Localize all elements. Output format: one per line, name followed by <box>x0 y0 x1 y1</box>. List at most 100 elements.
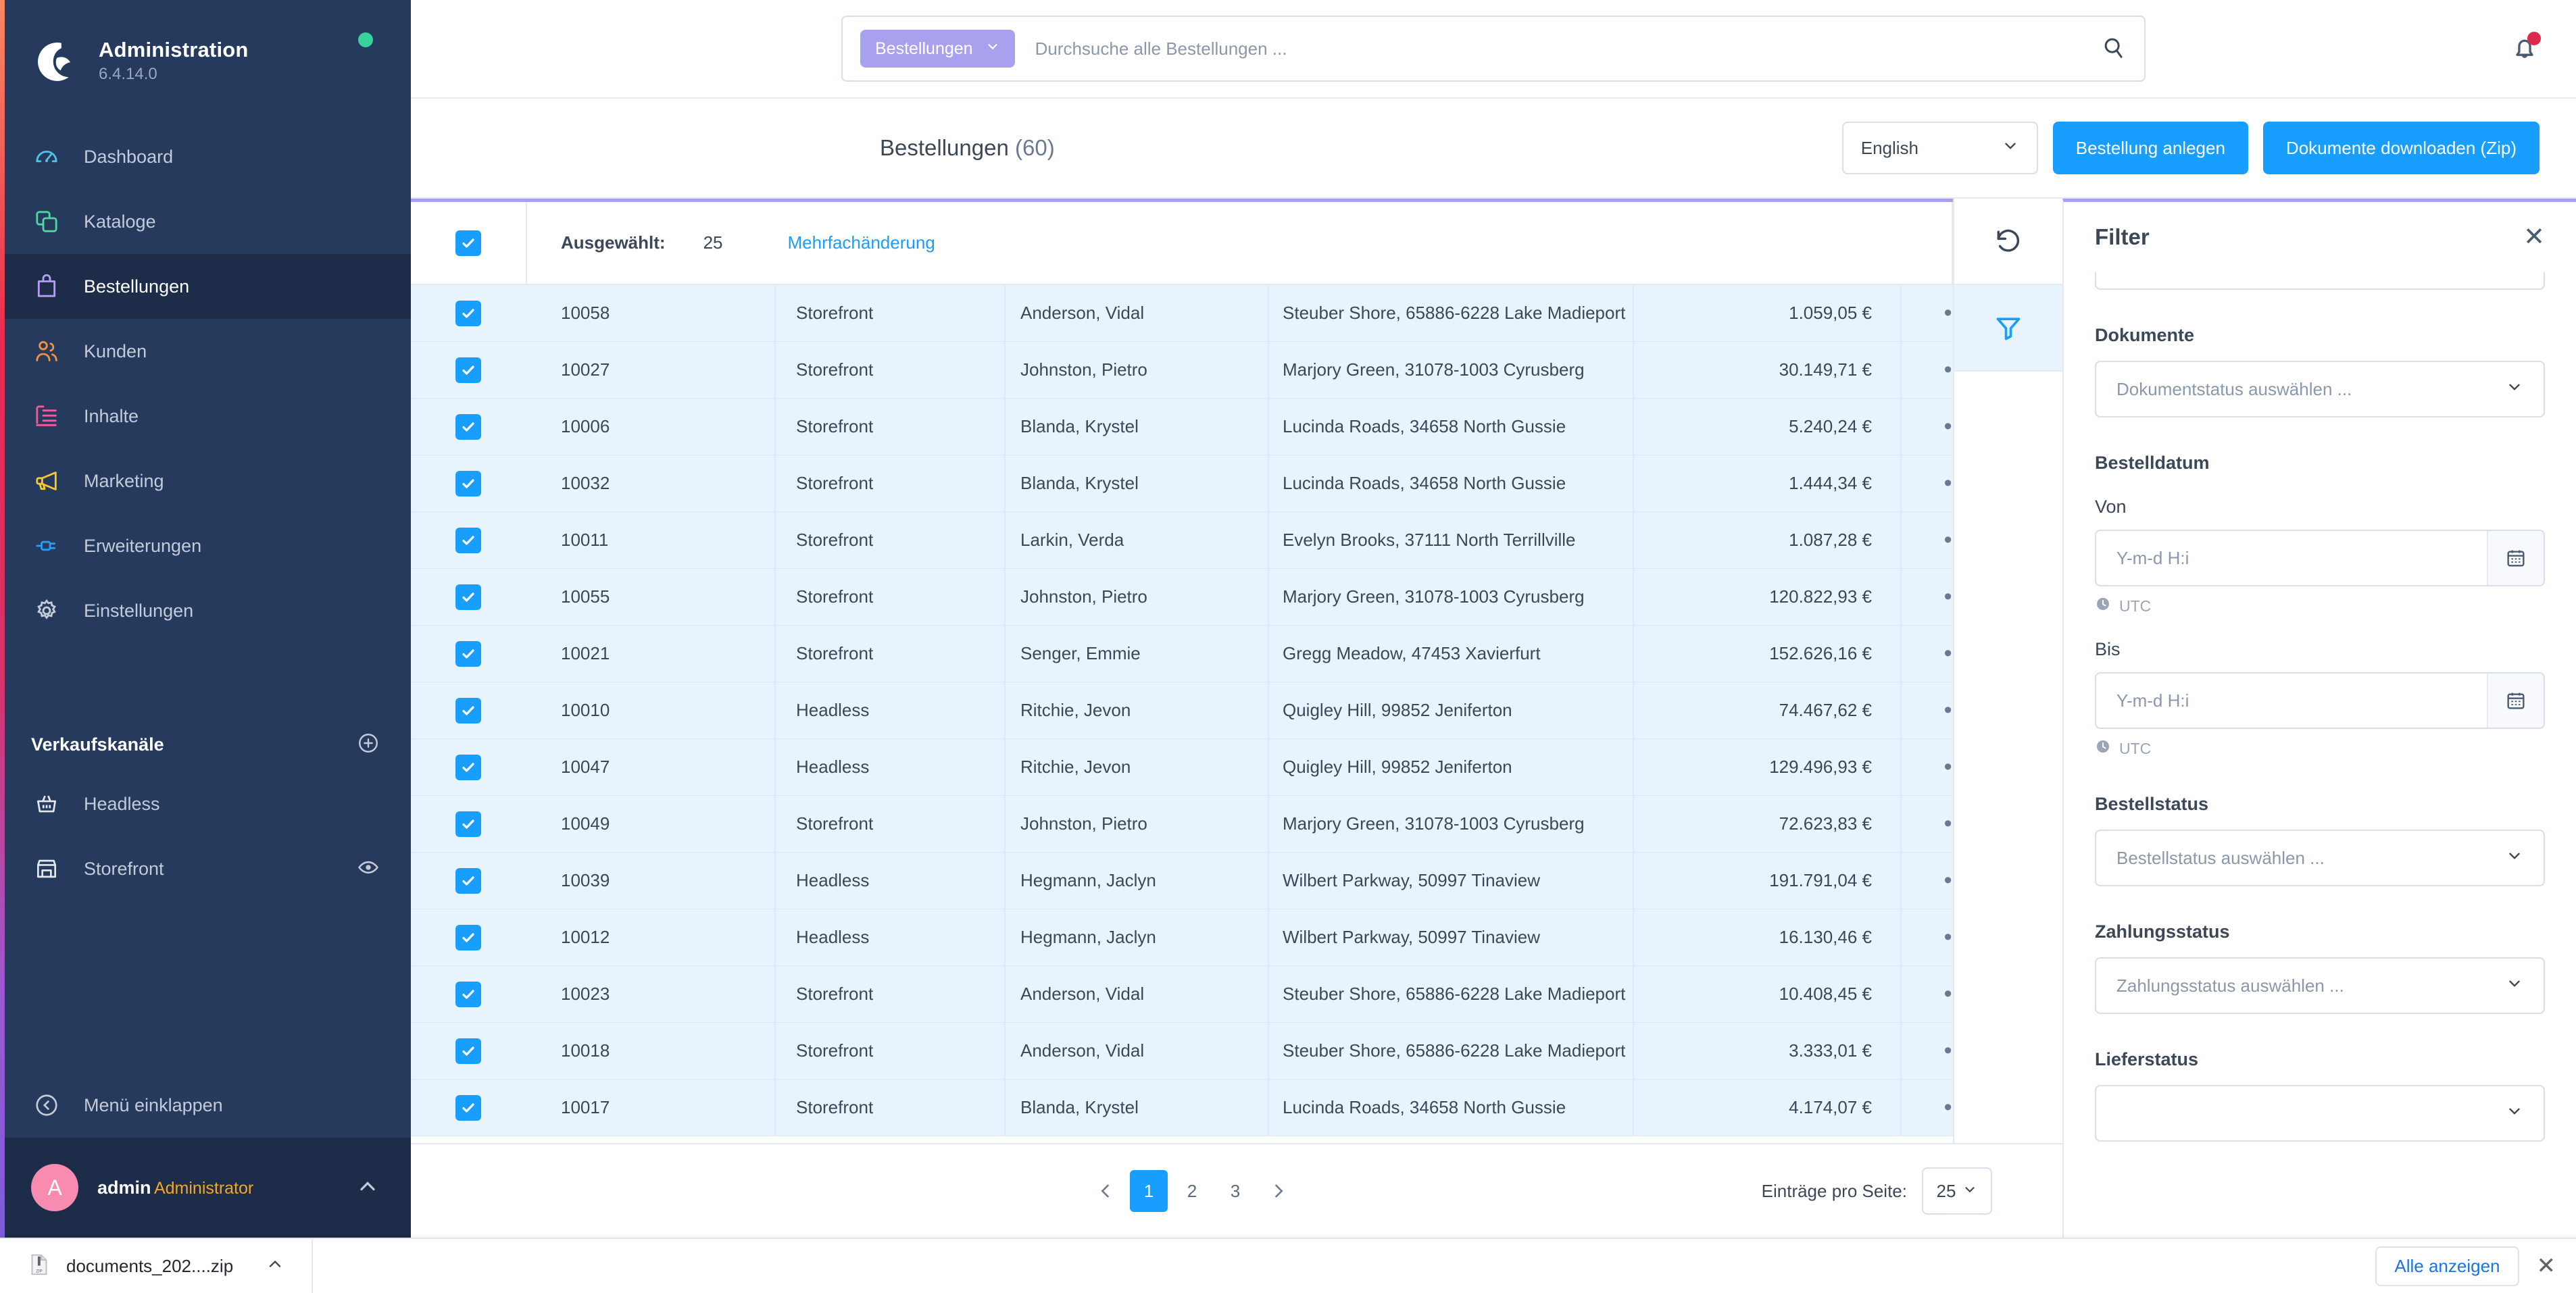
cell-amount: 72.623,83 € <box>1634 796 1902 852</box>
sales-channel-headless[interactable]: Headless <box>0 771 411 836</box>
sidebar-item-bestellungen[interactable]: Bestellungen <box>0 254 411 319</box>
table-row[interactable]: 10047 Headless Ritchie, Jevon Quigley Hill,… <box>411 739 2062 796</box>
row-checkbox[interactable] <box>455 924 481 950</box>
filter-group-label: Dokumente <box>2095 325 2195 345</box>
refresh-button[interactable] <box>1954 199 2062 285</box>
filter-group-dokumente: Dokumente Dokumentstatus auswählen ... <box>2095 325 2545 417</box>
order-status-select[interactable]: Bestellstatus auswählen ... <box>2095 830 2545 886</box>
table-row[interactable]: 10018 Storefront Anderson, Vidal Steuber Sh… <box>411 1023 2062 1080</box>
user-menu[interactable]: A admin Administrator <box>0 1138 411 1238</box>
language-select[interactable]: English <box>1841 122 2038 174</box>
next-page-button[interactable] <box>1260 1172 1297 1210</box>
download-documents-button[interactable]: Dokumente downloaden (Zip) <box>2262 122 2540 174</box>
row-checkbox[interactable] <box>455 300 481 326</box>
chevron-up-icon[interactable] <box>266 1254 284 1278</box>
table-row[interactable]: 10006 Storefront Blanda, Krystel Lucinda Ro… <box>411 399 2062 455</box>
row-checkbox[interactable] <box>455 1038 481 1064</box>
avatar: A <box>31 1164 78 1211</box>
table-row[interactable]: 10021 Storefront Senger, Emmie Gregg Meadow… <box>411 626 2062 682</box>
date-to-input[interactable] <box>2096 674 2487 728</box>
row-checkbox[interactable] <box>455 584 481 610</box>
global-search[interactable]: Bestellungen <box>841 16 2146 82</box>
cell-customer: Johnston, Pietro <box>1006 569 1269 625</box>
sidebar-item-inhalte[interactable]: Inhalte <box>0 384 411 449</box>
row-checkbox[interactable] <box>455 1094 481 1121</box>
sidebar-item-kunden[interactable]: Kunden <box>0 319 411 384</box>
row-checkbox[interactable] <box>455 697 481 724</box>
language-select-value: English <box>1860 137 1919 158</box>
row-checkbox[interactable] <box>455 867 481 894</box>
calendar-icon[interactable] <box>2487 531 2544 585</box>
cell-order-number: 10012 <box>526 909 776 965</box>
sidebar-item-dashboard[interactable]: Dashboard <box>0 124 411 189</box>
sidebar-item-einstellungen[interactable]: Einstellungen <box>0 578 411 643</box>
cell-address: Quigley Hill, 99852 Jeniferton <box>1269 739 1634 795</box>
payment-status-placeholder: Zahlungsstatus auswählen ... <box>2116 975 2344 996</box>
date-to-field[interactable] <box>2095 672 2545 729</box>
cell-order-number: 10047 <box>526 739 776 795</box>
row-checkbox[interactable] <box>455 754 481 780</box>
close-icon[interactable]: ✕ <box>2523 224 2545 250</box>
page-number-button[interactable]: 3 <box>1216 1170 1254 1212</box>
cell-sales-channel: Headless <box>776 909 1006 965</box>
filter-group-zahlungsstatus: Zahlungsstatus Zahlungsstatus auswählen … <box>2095 921 2545 1014</box>
table-row[interactable]: 10039 Headless Hegmann, Jaclyn Wilbert Park… <box>411 853 2062 909</box>
cell-amount: 1.444,34 € <box>1634 455 1902 511</box>
table-row[interactable]: 10011 Storefront Larkin, Verda Evelyn Brook… <box>411 512 2062 569</box>
table-row[interactable]: 10055 Storefront Johnston, Pietro Marjory G… <box>411 569 2062 626</box>
per-page-select[interactable]: 25 <box>1922 1167 1992 1215</box>
row-checkbox[interactable] <box>455 811 481 837</box>
table-row[interactable]: 10023 Storefront Anderson, Vidal Steuber Sh… <box>411 966 2062 1023</box>
cell-order-number: 10021 <box>526 626 776 682</box>
payment-status-select[interactable]: Zahlungsstatus auswählen ... <box>2095 957 2545 1014</box>
table-row[interactable]: 10058 Storefront Anderson, Vidal Steuber Sh… <box>411 285 2062 342</box>
row-checkbox[interactable] <box>455 357 481 383</box>
date-from-field[interactable] <box>2095 530 2545 586</box>
chevron-up-icon[interactable] <box>355 1174 380 1202</box>
sidebar: Administration 6.4.14.0 Dashboard Katalo… <box>0 0 411 1238</box>
sidebar-item-erweiterungen[interactable]: Erweiterungen <box>0 513 411 578</box>
prev-page-button[interactable] <box>1087 1172 1124 1210</box>
search-scope-selector[interactable]: Bestellungen <box>860 30 1015 68</box>
select-all-checkbox[interactable] <box>455 230 481 256</box>
users-icon <box>31 336 62 367</box>
date-from-input[interactable] <box>2096 531 2487 585</box>
row-checkbox[interactable] <box>455 527 481 553</box>
sidebar-item-kataloge[interactable]: Kataloge <box>0 189 411 254</box>
bulk-edit-link[interactable]: Mehrfachänderung <box>788 232 935 253</box>
close-icon[interactable]: ✕ <box>2537 1252 2556 1279</box>
create-order-button[interactable]: Bestellung anlegen <box>2052 122 2248 174</box>
row-checkbox[interactable] <box>455 981 481 1007</box>
document-status-select[interactable]: Dokumentstatus auswählen ... <box>2095 361 2545 417</box>
row-checkbox[interactable] <box>455 413 481 440</box>
table-row[interactable]: 10032 Storefront Blanda, Krystel Lucinda Ro… <box>411 455 2062 512</box>
row-checkbox-cell <box>411 285 526 341</box>
cell-amount: 120.822,93 € <box>1634 569 1902 625</box>
table-row[interactable]: 10049 Storefront Johnston, Pietro Marjory G… <box>411 796 2062 853</box>
notifications-button[interactable] <box>2510 32 2541 67</box>
table-row[interactable]: 10010 Headless Ritchie, Jevon Quigley Hill,… <box>411 682 2062 739</box>
cell-sales-channel: Storefront <box>776 512 1006 568</box>
sidebar-item-marketing[interactable]: Marketing <box>0 449 411 513</box>
table-row[interactable]: 10027 Storefront Johnston, Pietro Marjory G… <box>411 342 2062 399</box>
sales-channel-storefront[interactable]: Storefront <box>0 836 411 901</box>
cell-sales-channel: Storefront <box>776 1023 1006 1079</box>
add-sales-channel-icon[interactable] <box>357 732 380 758</box>
page-number-button[interactable]: 1 <box>1130 1170 1168 1212</box>
cell-address: Evelyn Brooks, 37111 North Terrillville <box>1269 512 1634 568</box>
row-checkbox[interactable] <box>455 470 481 497</box>
search-icon[interactable] <box>2101 34 2127 64</box>
filter-toggle-button[interactable] <box>1954 285 2062 372</box>
delivery-status-select[interactable] <box>2095 1085 2545 1142</box>
downloaded-file-item[interactable]: ZIP documents_202....zip <box>0 1239 314 1293</box>
collapse-menu-button[interactable]: Menü einklappen <box>0 1073 411 1138</box>
preview-eye-icon[interactable] <box>357 856 380 882</box>
table-row[interactable]: 10017 Storefront Blanda, Krystel Lucinda Ro… <box>411 1080 2062 1136</box>
search-input[interactable] <box>1035 38 2101 59</box>
row-checkbox[interactable] <box>455 640 481 667</box>
chevron-left-circle-icon <box>31 1090 62 1121</box>
page-number-button[interactable]: 2 <box>1173 1170 1211 1212</box>
show-all-downloads-button[interactable]: Alle anzeigen <box>2375 1246 2519 1286</box>
table-row[interactable]: 10012 Headless Hegmann, Jaclyn Wilbert Park… <box>411 909 2062 966</box>
calendar-icon[interactable] <box>2487 674 2544 728</box>
